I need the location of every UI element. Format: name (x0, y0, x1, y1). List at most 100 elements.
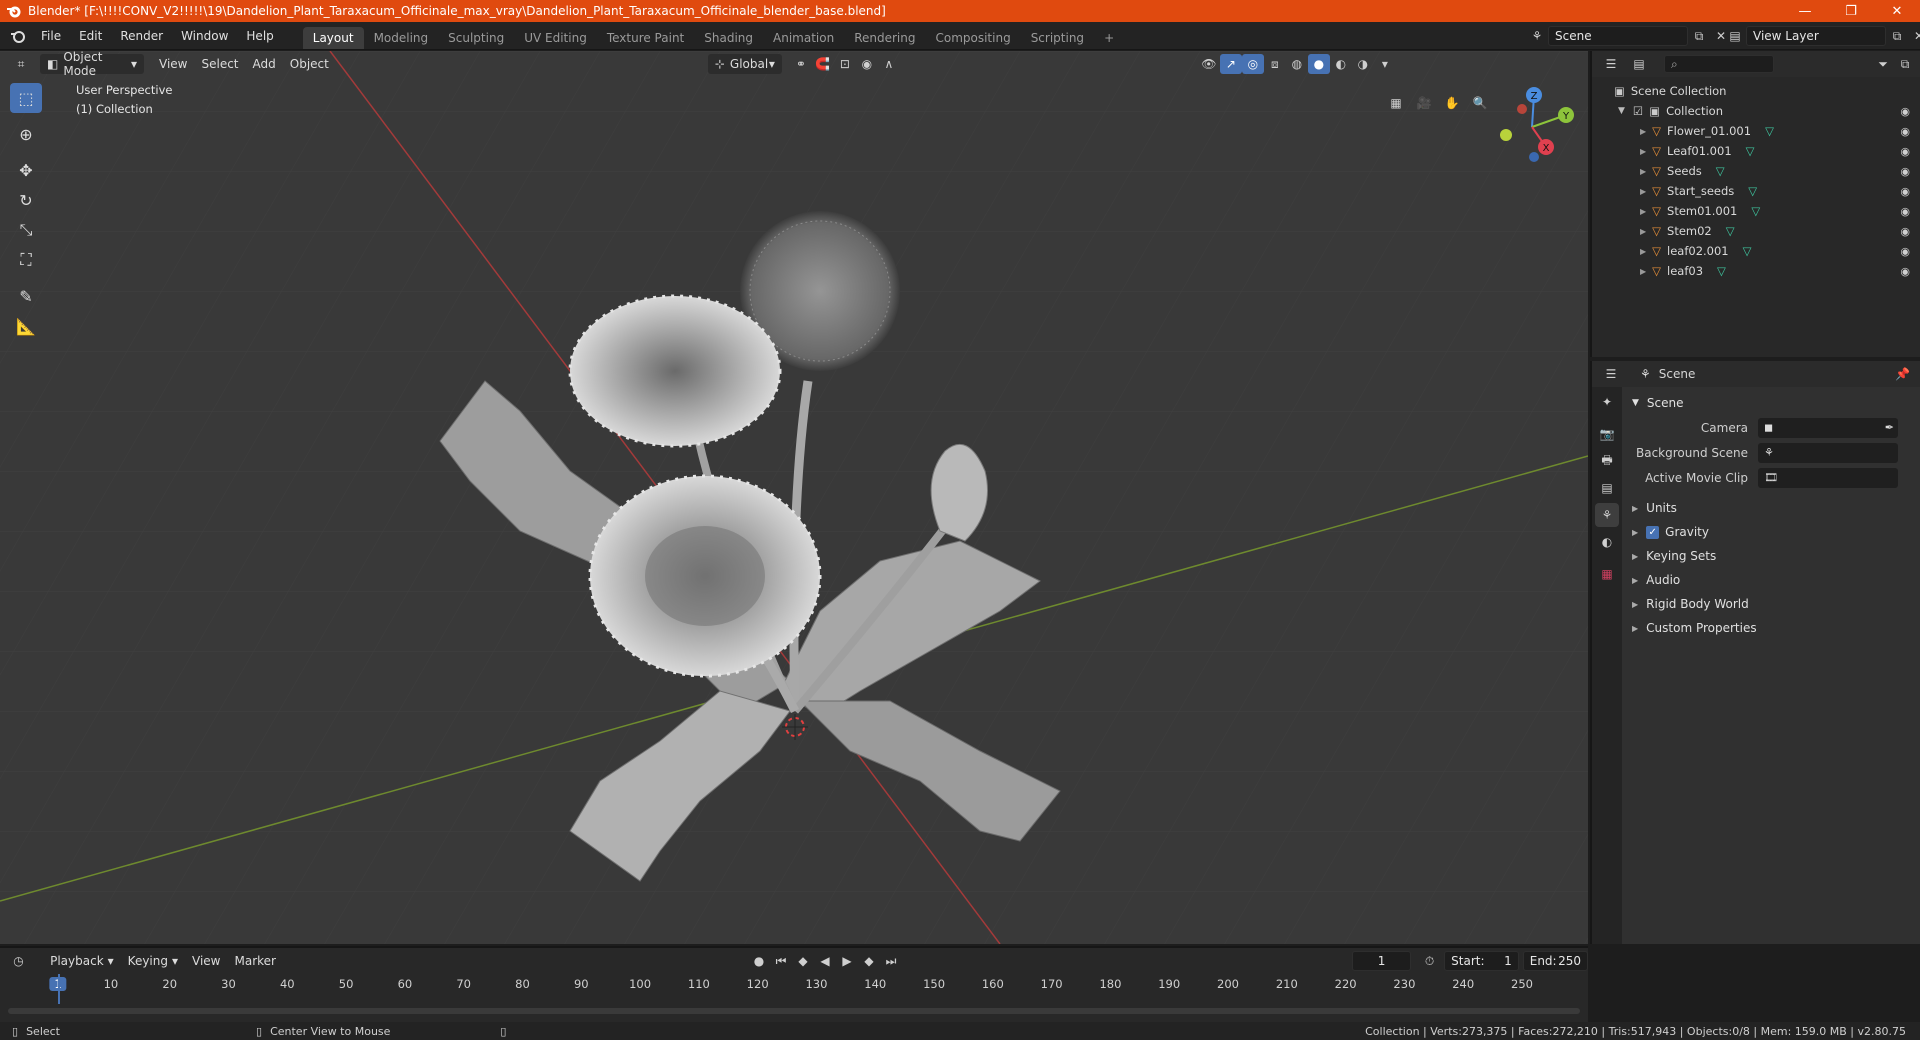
world-tab-icon[interactable]: ◐ (1595, 530, 1619, 554)
annotate-tool-icon[interactable]: ✎ (10, 281, 42, 311)
tab-rendering[interactable]: Rendering (844, 27, 925, 49)
transform-orientation-dropdown[interactable]: ⊹ Global ▾ (707, 54, 782, 74)
pin-icon[interactable]: 📌 (1895, 367, 1910, 381)
outliner-object-item[interactable]: ▶ ▽ Stem02 ▽ ◉ (1592, 221, 1920, 241)
outliner-object-item[interactable]: ▶ ▽ leaf03 ▽ ◉ (1592, 261, 1920, 281)
close-button[interactable]: ✕ (1874, 0, 1920, 22)
play-icon[interactable]: ▶ (836, 951, 858, 971)
timeline-menu-playback[interactable]: Playback ▾ (43, 951, 121, 971)
mesh-data-icon[interactable]: ▽ (1748, 184, 1757, 198)
menu-window[interactable]: Window (172, 29, 237, 43)
subpanel-audio[interactable]: ▶ Audio (1628, 568, 1918, 592)
checkbox-icon[interactable]: ☑ (1633, 104, 1643, 118)
xray-icon[interactable]: ⧈ (1264, 54, 1286, 74)
snap-target-icon[interactable]: ⊡ (834, 54, 856, 74)
rendered-shading-icon[interactable]: ◑ (1352, 54, 1374, 74)
start-frame-field[interactable]: Start: 1 (1444, 951, 1519, 971)
expand-arrow-icon[interactable]: ▶ (1640, 147, 1646, 156)
transform-tool-icon[interactable]: ⛶ (10, 245, 42, 275)
tab-sculpting[interactable]: Sculpting (438, 27, 514, 49)
toggle-grid-icon[interactable]: ▦ (1382, 89, 1410, 117)
expand-arrow-icon[interactable]: ▶ (1640, 187, 1646, 196)
falloff-icon[interactable]: ∧ (878, 54, 900, 74)
tab-texture-paint[interactable]: Texture Paint (597, 27, 694, 49)
outliner-object-item[interactable]: ▶ ▽ leaf02.001 ▽ ◉ (1592, 241, 1920, 261)
property-field[interactable]: ⚘ (1758, 442, 1898, 463)
outliner-object-item[interactable]: ▶ ▽ Stem01.001 ▽ ◉ (1592, 201, 1920, 221)
cursor-tool-icon[interactable]: ⊕ (10, 119, 42, 149)
visibility-eye-icon[interactable]: ◉ (1900, 245, 1910, 258)
view-layer-remove-icon[interactable]: ✕ (1908, 26, 1920, 46)
scene-panel-header[interactable]: ▼ Scene (1628, 391, 1918, 415)
mesh-data-icon[interactable]: ▽ (1726, 224, 1735, 238)
solid-shading-icon[interactable]: ● (1307, 54, 1330, 74)
tab-animation[interactable]: Animation (763, 27, 844, 49)
mesh-data-icon[interactable]: ▽ (1717, 264, 1726, 278)
visibility-icon[interactable]: 👁 (1198, 54, 1220, 74)
outliner-object-item[interactable]: ▶ ▽ Seeds ▽ ◉ (1592, 161, 1920, 181)
view-layer-name-field[interactable]: View Layer (1746, 26, 1886, 46)
property-field[interactable]: ◼ ✒ (1758, 417, 1898, 438)
snap-icon[interactable]: 🧲 (812, 54, 834, 74)
output-tab-icon[interactable]: 🖶 (1595, 449, 1619, 473)
eyedropper-icon[interactable]: ✒ (1885, 421, 1894, 434)
tool-tab-icon[interactable]: ✦ (1595, 390, 1619, 414)
texture-tab-icon[interactable]: ▦ (1595, 562, 1619, 586)
viewport-menu-select[interactable]: Select (194, 54, 245, 74)
menu-render[interactable]: Render (111, 29, 172, 43)
axis-gizmo[interactable]: Z Y X (1490, 85, 1574, 169)
subpanel-gravity[interactable]: ▶ ✓ Gravity (1628, 520, 1918, 544)
view-layer-browse-icon[interactable]: ▤ (1724, 26, 1746, 46)
menu-file[interactable]: File (32, 29, 70, 43)
timeline-menu-view[interactable]: View (185, 951, 227, 971)
minimize-button[interactable]: — (1782, 0, 1828, 22)
subpanel-keying-sets[interactable]: ▶ Keying Sets (1628, 544, 1918, 568)
scene-name-field[interactable]: Scene (1548, 26, 1688, 46)
rotate-tool-icon[interactable]: ↻ (10, 185, 42, 215)
expand-arrow-icon[interactable]: ▶ (1640, 207, 1646, 216)
timeline-scrollbar[interactable] (8, 1008, 1580, 1014)
subpanel-custom-properties[interactable]: ▶ Custom Properties (1628, 616, 1918, 640)
shading-options-icon[interactable]: ▾ (1374, 54, 1396, 74)
properties-editor-type-icon[interactable]: ☰ (1600, 364, 1622, 384)
menu-edit[interactable]: Edit (70, 29, 111, 43)
new-collection-icon[interactable]: ⧉ (1894, 54, 1916, 74)
stopwatch-icon[interactable]: ⏱ (1421, 951, 1438, 971)
timeline-editor-type-icon[interactable]: ◷ (10, 951, 27, 971)
measure-tool-icon[interactable]: 📐 (10, 311, 42, 341)
mesh-data-icon[interactable]: ▽ (1751, 204, 1760, 218)
expand-arrow-icon[interactable]: ▶ (1640, 267, 1646, 276)
outliner-editor-type-icon[interactable]: ☰ (1600, 54, 1622, 74)
visibility-eye-icon[interactable]: ◉ (1900, 185, 1910, 198)
editor-type-icon[interactable]: ⌗ (10, 54, 32, 74)
scale-tool-icon[interactable]: ⤡ (10, 215, 42, 245)
viewport-menu-add[interactable]: Add (246, 54, 283, 74)
expand-arrow-icon[interactable]: ▶ (1640, 227, 1646, 236)
visibility-eye-icon[interactable]: ◉ (1900, 225, 1910, 238)
mesh-data-icon[interactable]: ▽ (1746, 144, 1755, 158)
visibility-eye-icon[interactable]: ◉ (1900, 205, 1910, 218)
visibility-eye-icon[interactable]: ◉ (1900, 125, 1910, 138)
render-tab-icon[interactable]: 📷 (1595, 422, 1619, 446)
mode-dropdown[interactable]: ◧ Object Mode ▾ (40, 51, 144, 78)
viewport-menu-view[interactable]: View (152, 54, 194, 74)
prev-keyframe-icon[interactable]: ◆ (792, 951, 814, 971)
play-reverse-icon[interactable]: ◀ (814, 951, 836, 971)
viewport-menu-object[interactable]: Object (283, 54, 336, 74)
playhead[interactable] (58, 974, 60, 1004)
record-icon[interactable]: ● (748, 951, 770, 971)
collapse-triangle-icon[interactable]: ▼ (1618, 106, 1625, 116)
timeline-menu-marker[interactable]: Marker (228, 951, 283, 971)
select-box-tool-icon[interactable]: ⬚ (10, 83, 42, 113)
display-mode-icon[interactable]: ▤ (1628, 54, 1650, 74)
blender-menu-icon[interactable] (10, 28, 26, 44)
expand-arrow-icon[interactable]: ▶ (1640, 167, 1646, 176)
end-frame-field[interactable]: End: 250 (1522, 951, 1588, 971)
expand-arrow-icon[interactable]: ▶ (1640, 247, 1646, 256)
move-tool-icon[interactable]: ✥ (10, 155, 42, 185)
mesh-data-icon[interactable]: ▽ (1765, 124, 1774, 138)
material-shading-icon[interactable]: ◐ (1330, 54, 1352, 74)
frame-ruler[interactable]: 1102030405060708090100110120130140150160… (0, 974, 1588, 994)
camera-view-icon[interactable]: 🎥 (1410, 89, 1438, 117)
pivot-icon[interactable]: ⚭ (790, 54, 812, 74)
